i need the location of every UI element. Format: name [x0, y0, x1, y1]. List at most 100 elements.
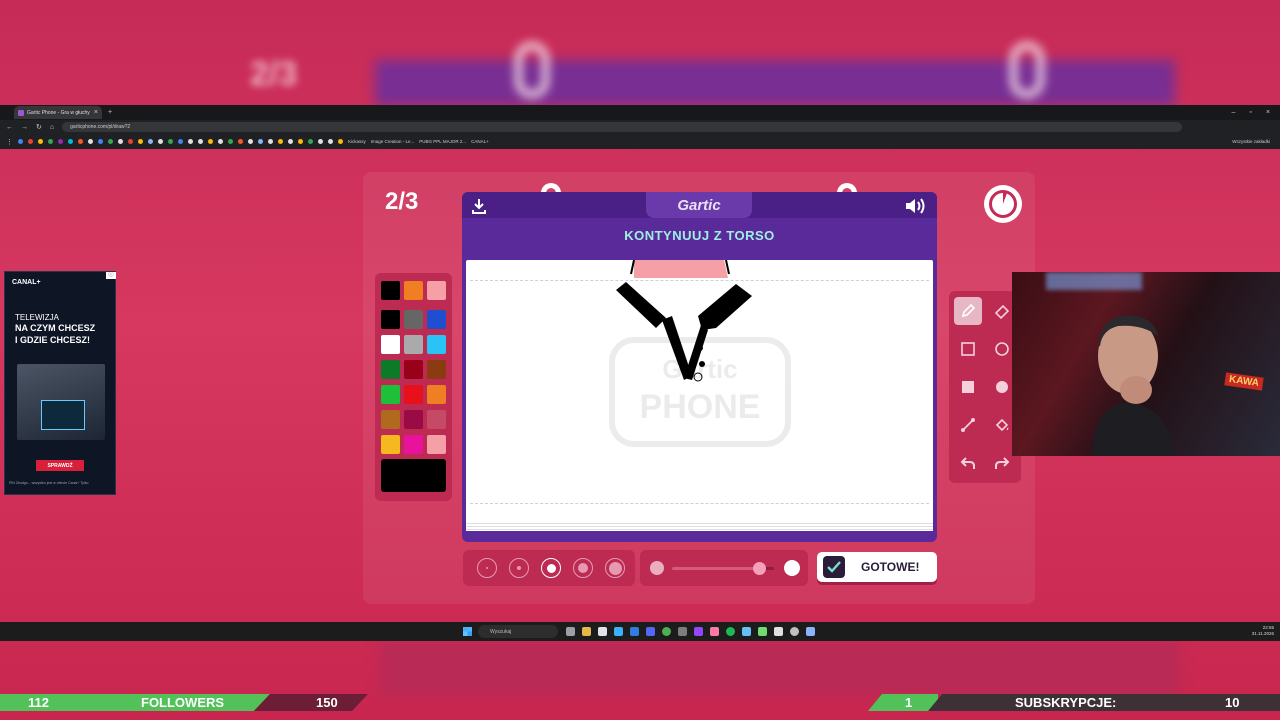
taskbar-clock[interactable]: 22:55 31.11.2026 — [1252, 625, 1274, 637]
color-swatch[interactable] — [427, 410, 446, 429]
done-button[interactable]: GOTOWE! — [817, 552, 937, 582]
ad-close-icon[interactable]: ⓘ — [106, 272, 116, 279]
color-swatch[interactable] — [381, 281, 400, 300]
windows-start-icon[interactable] — [463, 627, 472, 636]
bookmark-icon[interactable] — [168, 139, 173, 144]
bookmark-icon[interactable] — [278, 139, 283, 144]
bookmark-icon[interactable] — [318, 139, 323, 144]
color-swatch[interactable] — [427, 435, 446, 454]
close-tab-icon[interactable]: × — [94, 109, 98, 116]
bookmark-icon[interactable] — [268, 139, 273, 144]
color-swatch[interactable] — [404, 335, 423, 354]
task-view-icon[interactable] — [566, 627, 575, 636]
opacity-track[interactable] — [672, 562, 774, 575]
download-icon[interactable] — [472, 198, 486, 214]
taskbar-app-icon[interactable] — [710, 627, 719, 636]
color-swatch[interactable] — [381, 385, 400, 404]
bookmark-link[interactable]: Image Creation - Le... — [371, 139, 415, 144]
maximize-icon[interactable]: ▫ — [1249, 109, 1251, 116]
color-swatch[interactable] — [404, 360, 423, 379]
color-swatch[interactable] — [381, 335, 400, 354]
color-swatch[interactable] — [427, 310, 446, 329]
home-icon[interactable]: ⌂ — [50, 124, 54, 131]
new-tab-icon[interactable]: + — [108, 109, 112, 116]
bookmark-link[interactable]: PUBG PPL MAJOR 2... — [419, 139, 466, 144]
color-swatch[interactable] — [404, 281, 423, 300]
bookmark-icon[interactable] — [18, 139, 23, 144]
taskbar-app-icon[interactable] — [758, 627, 767, 636]
bookmark-icon[interactable] — [178, 139, 183, 144]
bookmark-icon[interactable] — [308, 139, 313, 144]
color-swatch[interactable] — [381, 360, 400, 379]
ad-cta-button[interactable]: SPRAWDŹ — [36, 460, 84, 471]
chrome-icon[interactable] — [662, 627, 671, 636]
bookmark-icon[interactable] — [198, 139, 203, 144]
settings-icon[interactable] — [806, 627, 815, 636]
color-swatch[interactable] — [427, 281, 446, 300]
bookmark-icon[interactable] — [258, 139, 263, 144]
color-swatch[interactable] — [427, 360, 446, 379]
line-icon[interactable] — [954, 411, 982, 439]
bookmark-icon[interactable] — [148, 139, 153, 144]
close-window-icon[interactable]: × — [1266, 109, 1270, 116]
discord-icon[interactable] — [646, 627, 655, 636]
bookmark-icon[interactable] — [218, 139, 223, 144]
bookmark-icon[interactable] — [138, 139, 143, 144]
taskbar-app-icon[interactable] — [598, 627, 607, 636]
sound-icon[interactable] — [904, 197, 926, 215]
spotify-icon[interactable] — [726, 627, 735, 636]
bookmark-icon[interactable] — [28, 139, 33, 144]
bookmark-icon[interactable] — [128, 139, 133, 144]
bookmark-icon[interactable] — [228, 139, 233, 144]
bookmark-icon[interactable] — [328, 139, 333, 144]
brush-size-option[interactable] — [477, 558, 497, 578]
taskbar-app-icon[interactable] — [694, 627, 703, 636]
bookmark-icon[interactable] — [78, 139, 83, 144]
bookmark-link[interactable]: Kickassy — [348, 139, 366, 144]
brush-size-option-selected[interactable] — [541, 558, 561, 578]
taskbar-app-icon[interactable] — [630, 627, 639, 636]
color-swatch[interactable] — [381, 310, 400, 329]
reload-icon[interactable]: ↻ — [36, 123, 42, 131]
bookmark-icon[interactable] — [48, 139, 53, 144]
brush-size-option[interactable] — [605, 558, 625, 578]
brush-size-option[interactable] — [573, 558, 593, 578]
minimize-icon[interactable]: – — [1232, 109, 1236, 116]
bookmark-icon[interactable] — [158, 139, 163, 144]
forward-icon[interactable]: → — [21, 124, 28, 131]
bookmark-icon[interactable] — [338, 139, 343, 144]
back-icon[interactable]: ← — [6, 124, 13, 131]
canal-plus-ad[interactable]: CANAL+ ⓘ TELEWIZJA NA CZYM CHCESZ I GDZI… — [4, 271, 116, 495]
undo-icon[interactable] — [954, 449, 982, 477]
bookmark-icon[interactable] — [208, 139, 213, 144]
bookmark-icon[interactable] — [68, 139, 73, 144]
opacity-slider-handle[interactable] — [752, 562, 766, 575]
browser-tab[interactable]: Gartic Phone - Gra w głuchy tel... × — [14, 106, 102, 119]
bookmark-icon[interactable] — [108, 139, 113, 144]
color-swatch[interactable] — [381, 435, 400, 454]
bookmark-icon[interactable] — [298, 139, 303, 144]
edge-icon[interactable] — [614, 627, 623, 636]
bookmark-icon[interactable] — [288, 139, 293, 144]
bookmark-icon[interactable] — [98, 139, 103, 144]
taskbar-app-icon[interactable] — [790, 627, 799, 636]
bookmark-icon[interactable] — [88, 139, 93, 144]
color-swatch[interactable] — [381, 410, 400, 429]
drawing-canvas[interactable]: Gartic PHONE — [466, 260, 933, 531]
apps-icon[interactable]: ⋮ — [6, 138, 13, 146]
url-field[interactable]: garticphone.com/pl/draw?2 — [62, 122, 1183, 132]
taskbar-app-icon[interactable] — [774, 627, 783, 636]
brush-size-option[interactable] — [509, 558, 529, 578]
bookmark-icon[interactable] — [58, 139, 63, 144]
pencil-icon[interactable] — [954, 297, 982, 325]
color-swatch[interactable] — [404, 385, 423, 404]
color-swatch[interactable] — [404, 310, 423, 329]
rect-fill-icon[interactable] — [954, 373, 982, 401]
steam-icon[interactable] — [742, 627, 751, 636]
taskbar-app-icon[interactable] — [678, 627, 687, 636]
taskbar-search[interactable]: Wyszukaj — [478, 625, 558, 638]
all-bookmarks-link[interactable]: Wszystkie zakładki — [1232, 139, 1270, 144]
bookmark-icon[interactable] — [238, 139, 243, 144]
bookmark-icon[interactable] — [248, 139, 253, 144]
color-swatch[interactable] — [404, 410, 423, 429]
